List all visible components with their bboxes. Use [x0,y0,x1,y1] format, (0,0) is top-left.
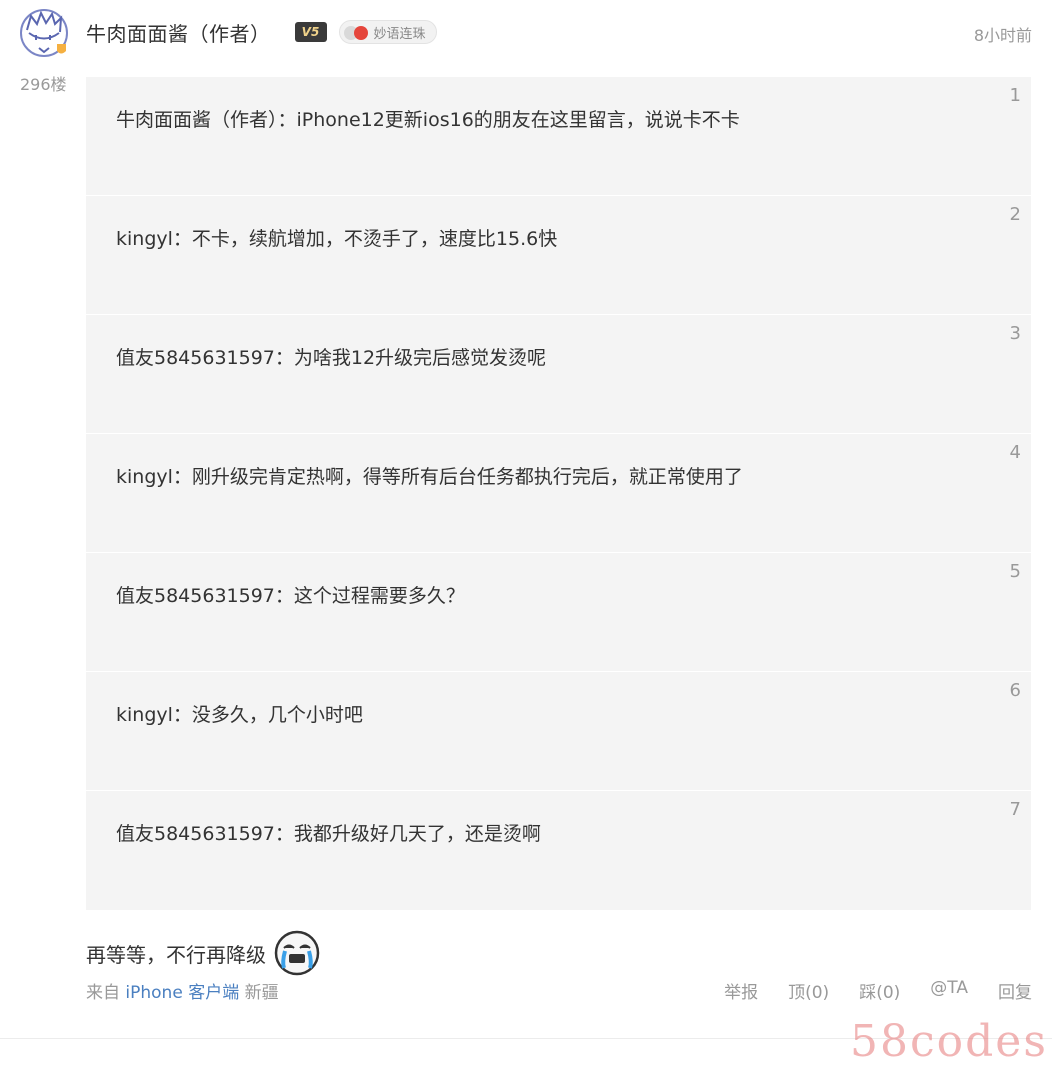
quote-item: 值友5845631597：我都升级好几天了，还是烫啊 7 [86,791,1031,910]
reply-text: 再等等，不行再降级 [86,942,266,967]
source-location: 新疆 [244,983,279,1003]
quote-item: 值友5845631597：这个过程需要多久？ 5 [86,553,1031,672]
source-prefix: 来自 [86,983,120,1003]
quote-number: 6 [1009,680,1021,701]
username[interactable]: 牛肉面面酱（作者） [86,18,271,47]
comment-footer: 来自 iPhone 客户端 新疆 举报 顶(0) 踩(0) @TA 回复 [86,978,1032,1003]
achievement-badge: 妙语连珠 [338,20,437,44]
quote-number: 3 [1009,323,1021,344]
quote-text: 值友5845631597：我都升级好几天了，还是烫啊 [116,823,541,845]
timestamp: 8小时前 [973,26,1032,45]
quote-number: 5 [1009,561,1021,582]
quote-number: 1 [1009,85,1021,106]
watermark: 58codes [850,1016,1048,1067]
quote-number: 2 [1009,204,1021,225]
reply-button[interactable]: 回复 [998,978,1032,1003]
quote-item: kingyl：刚升级完肯定热啊，得等所有后台任务都执行完后，就正常使用了 4 [86,434,1031,553]
quote-text: kingyl：没多久，几个小时吧 [116,704,363,726]
vip-level-badge: V5 [294,22,327,42]
upvote-button[interactable]: 顶(0) [788,978,829,1003]
quote-item: kingyl：没多久，几个小时吧 6 [86,672,1031,791]
quote-number: 7 [1009,799,1021,820]
quote-text: 值友5845631597：这个过程需要多久？ [116,585,465,607]
reply-content: 再等等，不行再降级 [86,930,320,976]
quote-item: kingyl：不卡，续航增加，不烫手了，速度比15.6快 2 [86,196,1031,315]
cartoon-avatar-icon [20,9,68,57]
comment-actions: 举报 顶(0) 踩(0) @TA 回复 [694,978,1032,1003]
floor-number: 296楼 [20,75,67,94]
mention-button[interactable]: @TA [930,978,968,1003]
quote-text: kingyl：不卡，续航增加，不烫手了，速度比15.6快 [116,228,558,250]
quote-item: 牛肉面面酱（作者）：iPhone12更新ios16的朋友在这里留言，说说卡不卡 … [86,77,1031,196]
source-client-link[interactable]: iPhone 客户端 [125,983,239,1003]
report-button[interactable]: 举报 [724,978,758,1003]
quoted-thread: 牛肉面面酱（作者）：iPhone12更新ios16的朋友在这里留言，说说卡不卡 … [86,77,1031,910]
source-info: 来自 iPhone 客户端 新疆 [86,978,279,1003]
quote-number: 4 [1009,442,1021,463]
avatar[interactable] [19,8,69,58]
achievement-badge-label: 妙语连珠 [373,26,426,42]
comment-card: 296楼 牛肉面面酱（作者） V5 妙语连珠 8小时前 牛肉面面酱（作者）：iP… [0,0,1052,1076]
comment-header: 牛肉面面酱（作者） V5 妙语连珠 [86,14,437,50]
quote-text: kingyl：刚升级完肯定热啊，得等所有后台任务都执行完后，就正常使用了 [116,466,743,488]
quote-item: 值友5845631597：为啥我12升级完后感觉发烫呢 3 [86,315,1031,434]
badge-toggle-icon [343,24,368,40]
quote-text: 牛肉面面酱（作者）：iPhone12更新ios16的朋友在这里留言，说说卡不卡 [116,109,740,131]
crying-face-icon [274,930,320,976]
quote-text: 值友5845631597：为啥我12升级完后感觉发烫呢 [116,347,547,369]
downvote-button[interactable]: 踩(0) [859,978,900,1003]
